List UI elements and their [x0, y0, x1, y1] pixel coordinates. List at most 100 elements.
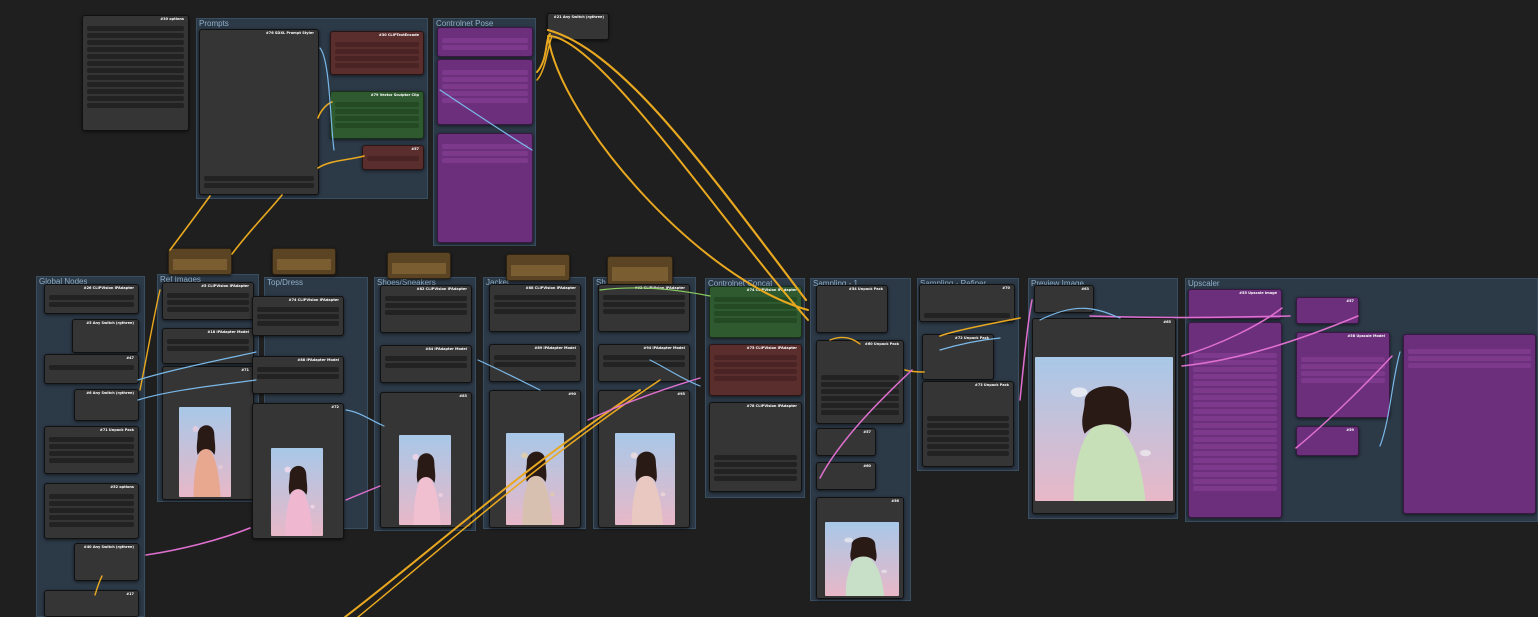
node-title: #83 — [459, 394, 467, 398]
node-title: #60 — [863, 464, 871, 468]
node-title: #89 IPAdapter Model — [534, 346, 576, 350]
controlnet-pose-node[interactable] — [437, 59, 533, 125]
shoes-image-preview — [399, 435, 451, 525]
top-image-preview — [271, 448, 323, 536]
top-vision-node[interactable]: #88 IPAdapter Model — [252, 356, 344, 394]
sampling-node-60[interactable]: #60 — [816, 462, 876, 490]
sampling-unpack-node[interactable]: #60 Unpack Pack — [816, 340, 904, 424]
node-title: #79 Vector Sculptor Clip — [370, 93, 419, 97]
sampling-unpack-node[interactable]: #54 Unpack Pack — [816, 285, 888, 333]
node-title: #55 Upscale Image — [1239, 291, 1277, 295]
ref-image-preview — [179, 407, 231, 497]
global-any-switch-node[interactable]: #5 Any Switch (rgthree) — [72, 319, 139, 353]
controlnet-pose-node[interactable] — [437, 27, 533, 57]
node-title: #95 — [677, 392, 685, 396]
node-title: #88 CLIPVision IPAdapter — [525, 286, 576, 290]
node-title: #71 — [241, 368, 249, 372]
node-title: #57 — [863, 430, 871, 434]
upscale-node-59[interactable]: #59 — [1296, 426, 1359, 456]
vector-sculptor-node[interactable]: #79 Vector Sculptor Clip — [330, 91, 424, 139]
options-widgets[interactable] — [87, 26, 184, 126]
shoes-image-node[interactable]: #83 — [380, 392, 472, 528]
top-ipadapter-node[interactable]: #74 CLIPVision IPAdapter — [252, 296, 344, 336]
jacket-vision-node[interactable]: #89 IPAdapter Model — [489, 344, 581, 382]
note-node[interactable] — [387, 252, 451, 279]
sh-ipadapter-node[interactable]: #93 CLIPVision IPAdapter — [598, 284, 690, 332]
note-node[interactable] — [168, 248, 232, 275]
node-title: #75 CLIPVision IPAdapter — [746, 346, 797, 350]
node-title: #94 IPAdapter Model — [643, 346, 685, 350]
shoes-vision-node[interactable]: #84 IPAdapter Model — [380, 345, 472, 383]
node-57[interactable]: #57 — [362, 145, 424, 170]
global-unpack-node[interactable]: #71 Unpack Pack — [44, 426, 139, 474]
upscale-node-57[interactable]: #57 — [1296, 297, 1359, 324]
cnet-concat-node[interactable]: #75 CLIPVision IPAdapter — [709, 344, 802, 396]
note-node[interactable] — [506, 254, 570, 281]
node-title: #82 CLIPVision IPAdapter — [416, 287, 467, 291]
node-title: #70 — [1002, 286, 1010, 290]
node-title: #84 IPAdapter Model — [425, 347, 467, 351]
upscale-node[interactable] — [1188, 322, 1282, 518]
sampling-node-57[interactable]: #57 — [816, 428, 876, 456]
sh-vision-node[interactable]: #94 IPAdapter Model — [598, 344, 690, 382]
node-title: #30 options — [160, 17, 184, 21]
sh-image-preview — [615, 433, 675, 525]
group-title-upscaler: Upscaler — [1188, 279, 1220, 288]
ref-vision-node[interactable]: #18 IPAdapter Model — [162, 328, 254, 364]
global-options-node[interactable]: #52 options — [44, 483, 139, 539]
global-node-17[interactable]: #17 — [44, 590, 139, 617]
group-title-top-dress: Top/Dress — [267, 278, 304, 287]
global-any-switch-node[interactable]: #40 Any Switch (rgthree) — [74, 543, 139, 581]
ref-ipadapter-node[interactable]: #5 CLIPVision IPAdapter — [162, 282, 254, 320]
top-image-node[interactable]: #72 — [252, 403, 344, 539]
node-title: #59 — [1346, 428, 1354, 432]
node-title: #30 CLIPTextEncode — [378, 33, 419, 37]
cnet-concat-node[interactable]: #74 CLIPVision IPAdapter — [709, 286, 802, 338]
node-title: #73 Unpack Pack — [974, 383, 1009, 387]
note-node[interactable] — [607, 256, 673, 286]
node-title: #74 CLIPVision IPAdapter — [746, 288, 797, 292]
node-title: #52 options — [110, 485, 134, 489]
node-title: #60 Unpack Pack — [864, 342, 899, 346]
node-title: #6 Any Switch (rgthree) — [86, 391, 134, 395]
upscale-model-node[interactable]: #58 Upscale Model — [1296, 332, 1390, 418]
node-title: #78 CLIPVision IPAdapter — [746, 404, 797, 408]
node-title: #54 Unpack Pack — [848, 287, 883, 291]
any-switch-node[interactable]: #21 Any Switch (rgthree) — [547, 13, 609, 40]
sh-image-node[interactable]: #95 — [598, 390, 690, 528]
node-title: #76 SDXL Prompt Styler — [265, 31, 314, 35]
jacket-image-preview — [506, 433, 564, 525]
node-title: #40 Any Switch (rgthree) — [83, 545, 134, 549]
clip-text-encode-node[interactable]: #30 CLIPTextEncode — [330, 31, 424, 75]
node-title: #63 — [1081, 287, 1089, 291]
node-title: #5 Any Switch (rgthree) — [86, 321, 134, 325]
upscale-image-node[interactable]: #55 Upscale Image — [1188, 289, 1282, 319]
node-title: #65 — [1163, 320, 1171, 324]
upscale-output-node[interactable] — [1403, 334, 1536, 514]
options-node[interactable]: #30 options — [82, 15, 189, 131]
node-title: #47 — [126, 356, 134, 360]
refiner-node-70[interactable]: #70 — [919, 284, 1015, 322]
global-any-switch-node[interactable]: #6 Any Switch (rgthree) — [74, 389, 139, 421]
sampling-image-node[interactable]: #56 — [816, 497, 904, 599]
controlnet-pose-node[interactable] — [437, 133, 533, 243]
node-title: #71 Unpack Pack — [99, 428, 134, 432]
note-node[interactable] — [272, 248, 336, 275]
node-title: #18 IPAdapter Model — [207, 330, 249, 334]
refiner-unpack-node[interactable]: #73 Unpack Pack — [922, 381, 1014, 467]
prompt-text-node[interactable]: #76 SDXL Prompt Styler — [199, 29, 319, 195]
jacket-ipadapter-node[interactable]: #88 CLIPVision IPAdapter — [489, 284, 581, 332]
cnet-concat-node[interactable]: #78 CLIPVision IPAdapter — [709, 402, 802, 492]
refiner-unpack-node[interactable]: #72 Unpack Pack — [922, 334, 994, 380]
shoes-ipadapter-node[interactable]: #82 CLIPVision IPAdapter — [380, 285, 472, 333]
preview-image-output — [1035, 357, 1173, 501]
ref-image-node[interactable]: #71 — [162, 366, 254, 500]
preview-node-63[interactable]: #63 — [1034, 285, 1094, 313]
global-ipadapter-node[interactable]: #26 CLIPVision IPAdapter — [44, 284, 139, 314]
preview-image-node[interactable]: #65 — [1032, 318, 1176, 514]
node-title: #26 CLIPVision IPAdapter — [83, 286, 134, 290]
jacket-image-node[interactable]: #90 — [489, 390, 581, 528]
node-title: #88 IPAdapter Model — [297, 358, 339, 362]
node-title: #17 — [126, 592, 134, 596]
global-node-47[interactable]: #47 — [44, 354, 139, 384]
